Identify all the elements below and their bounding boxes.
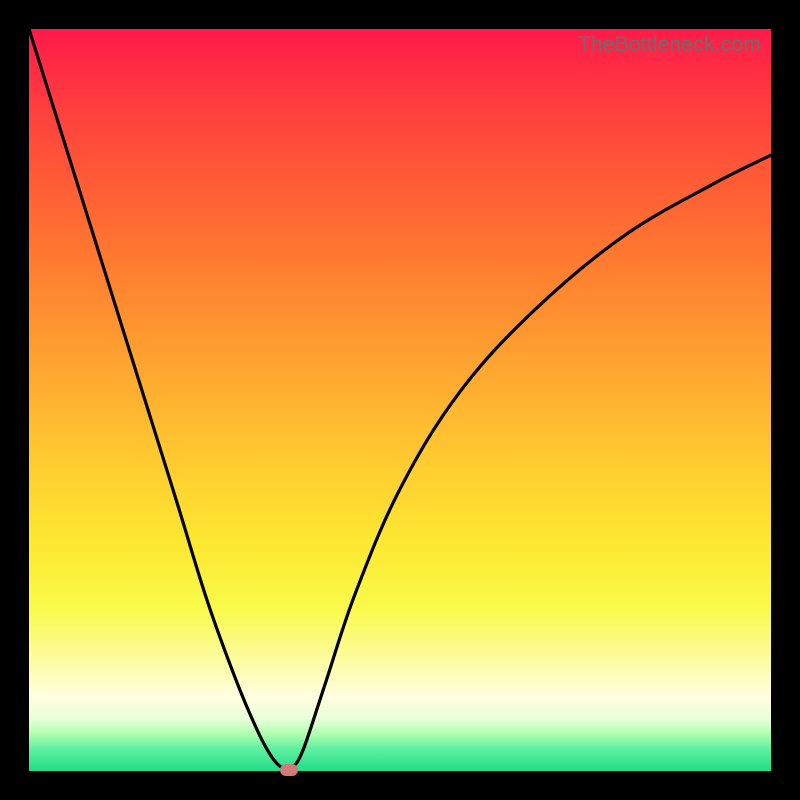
curve-svg	[29, 29, 771, 771]
min-marker	[280, 764, 298, 776]
bottleneck-curve	[29, 29, 771, 770]
chart-frame: TheBottleneck.com	[0, 0, 800, 800]
plot-area: TheBottleneck.com	[29, 29, 771, 771]
